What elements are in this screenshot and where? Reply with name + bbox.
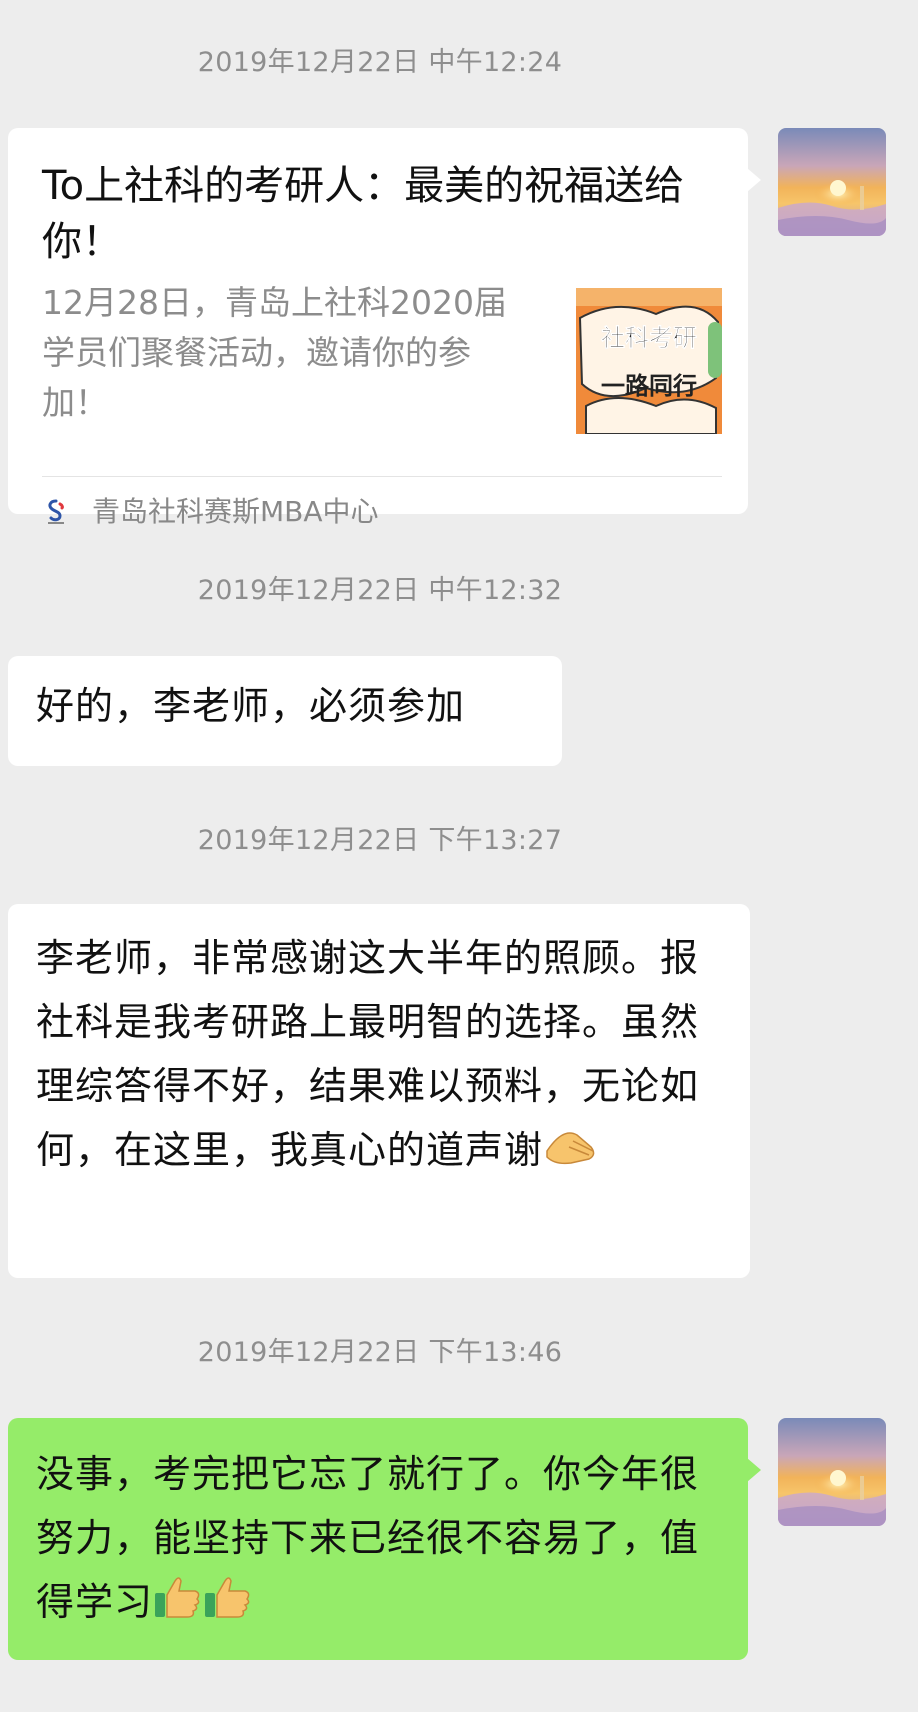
card-description: 12月28日，青岛上社科2020届学员们聚餐活动，邀请你的参加！ xyxy=(42,283,507,422)
received-message[interactable]: 李老师，非常感谢这大半年的照顾。报社科是我考研路上最明智的选择。虽然理综答得不好… xyxy=(8,904,750,1278)
chat-screen: 2019年12月22日 中午12:24 To上社科的考研人：最美的祝福送给你！ … xyxy=(0,0,918,1712)
bubble-tail xyxy=(747,1458,761,1482)
received-message[interactable]: 好的，李老师，必须参加 xyxy=(8,656,562,766)
card-source: 青岛社科赛斯MBA中心 xyxy=(92,495,379,528)
timestamp: 2019年12月22日 下午13:46 xyxy=(197,1337,563,1368)
thumbnail-text: 一路同行 xyxy=(601,372,697,400)
message-text: 好的，李老师，必须参加 xyxy=(36,684,466,728)
thumbs-up-emoji xyxy=(155,1577,200,1618)
bowing-hand-emoji xyxy=(546,1132,595,1165)
thumbnail-text: 社科考研 xyxy=(601,324,698,353)
thumbs-up-emoji xyxy=(205,1577,250,1618)
bubble-tail xyxy=(747,168,761,192)
timestamp: 2019年12月22日 下午13:27 xyxy=(197,825,563,856)
user-avatar[interactable] xyxy=(778,1418,886,1526)
card-thumbnail: 社科考研 一路同行 xyxy=(576,288,722,434)
message-text: 没事，考完把它忘了就行了。你今年很努力，能坚持下来已经很不容易了，值得学习 xyxy=(36,1452,700,1624)
user-avatar[interactable] xyxy=(778,128,886,236)
card-title: To上社科的考研人：最美的祝福送给你！ xyxy=(42,163,685,265)
sunset-avatar-image xyxy=(778,1418,886,1526)
message-text: 李老师，非常感谢这大半年的照顾。报社科是我考研路上最明智的选择。虽然理综答得不好… xyxy=(36,936,700,1172)
timestamp: 2019年12月22日 中午12:32 xyxy=(197,575,563,606)
card-divider xyxy=(42,476,722,477)
timestamp: 2019年12月22日 中午12:24 xyxy=(197,47,563,78)
sent-message[interactable]: 没事，考完把它忘了就行了。你今年很努力，能坚持下来已经很不容易了，值得学习 xyxy=(8,1418,761,1660)
organization-logo-icon xyxy=(48,499,64,524)
sunset-avatar-image xyxy=(778,128,886,236)
link-card-message[interactable]: To上社科的考研人：最美的祝福送给你！ 12月28日，青岛上社科2020届学员们… xyxy=(8,128,761,528)
